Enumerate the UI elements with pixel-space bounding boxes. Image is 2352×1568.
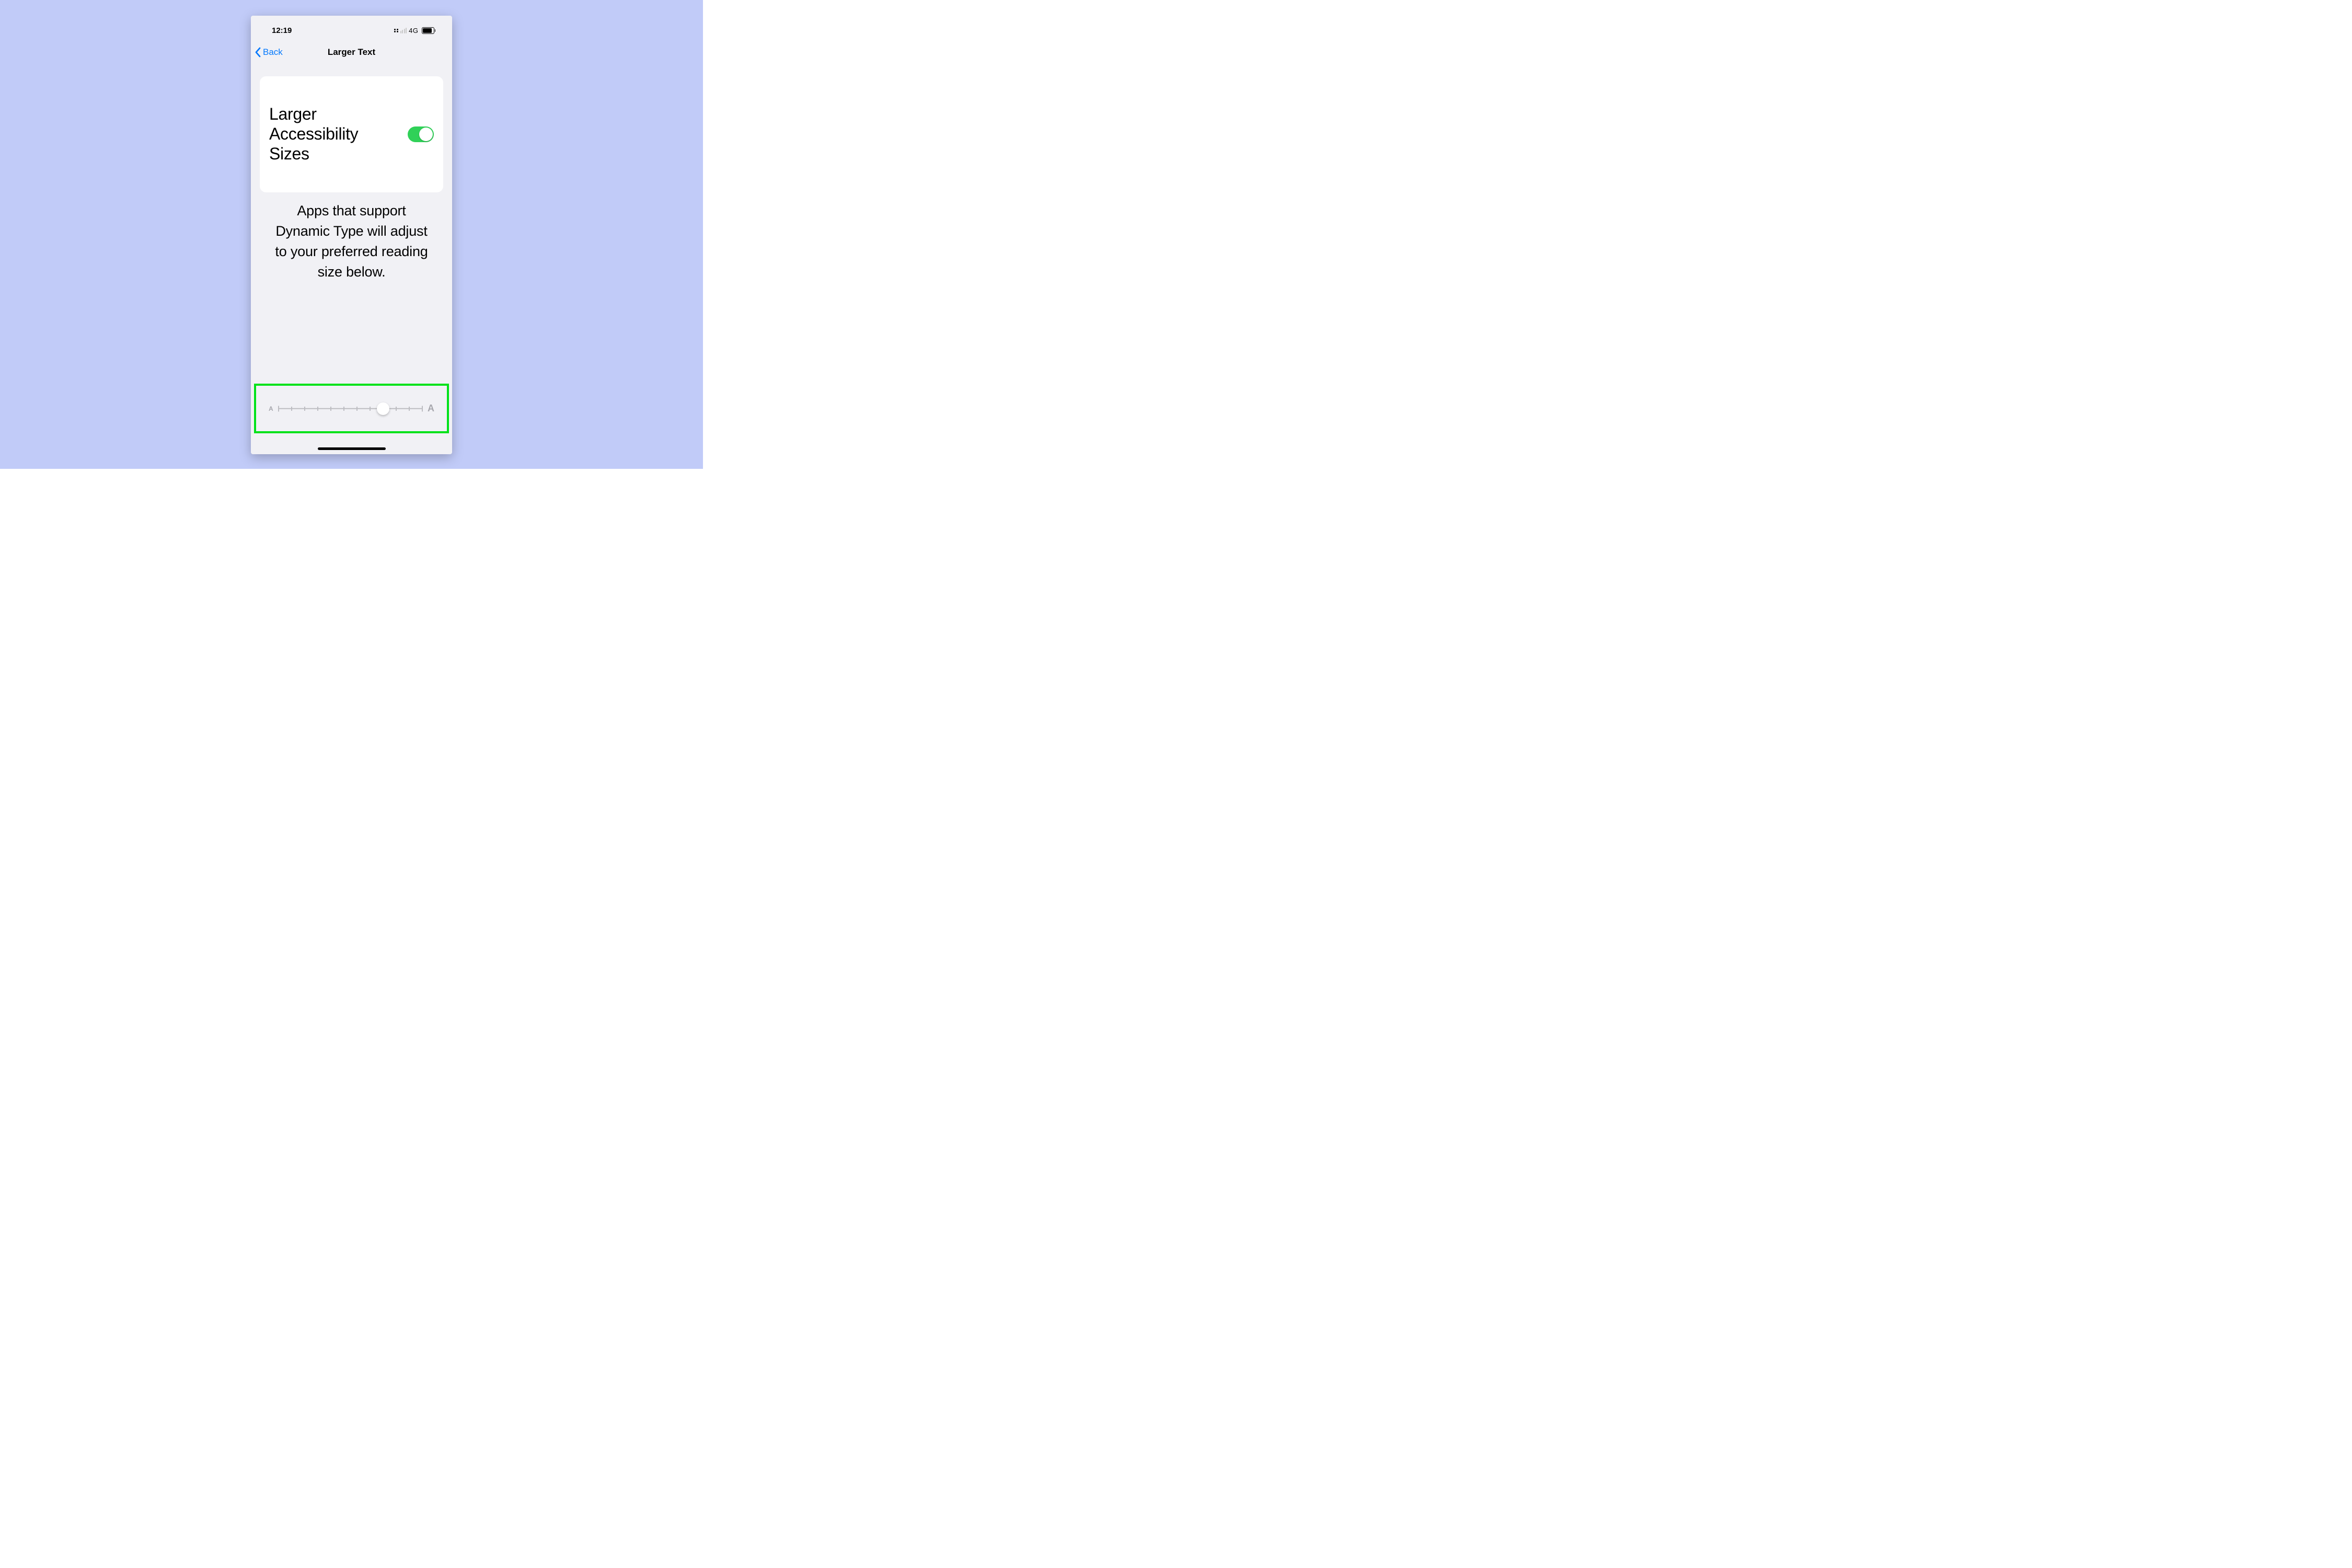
text-size-slider[interactable] (279, 402, 422, 416)
battery-icon (421, 27, 436, 34)
slider-tick (422, 406, 423, 411)
home-indicator[interactable] (318, 447, 386, 450)
accessibility-sizes-row: Larger Accessibility Sizes (260, 76, 443, 192)
slider-tick (317, 407, 318, 411)
slider-tick (370, 407, 371, 411)
slider-tick (291, 407, 292, 411)
slider-tick (343, 407, 344, 411)
signal-icon (394, 28, 407, 33)
status-right: 4G (394, 27, 435, 34)
accessibility-sizes-label: Larger Accessibility Sizes (269, 105, 389, 164)
text-size-slider-highlight: A A (254, 384, 449, 433)
slider-track-line (279, 408, 422, 409)
slider-tick (330, 407, 331, 411)
slider-tick (278, 406, 279, 411)
stage: 12:19 4G Back (0, 0, 703, 469)
slider-large-a: A (428, 403, 434, 414)
back-label: Back (263, 47, 283, 57)
status-bar: 12:19 4G (251, 24, 452, 37)
page-title: Larger Text (328, 47, 375, 57)
back-button[interactable]: Back (255, 44, 283, 61)
accessibility-sizes-toggle[interactable] (408, 126, 434, 142)
text-size-slider-container: A A (256, 386, 447, 431)
slider-tick (356, 407, 358, 411)
phone-frame: 12:19 4G Back (251, 16, 452, 454)
signal-bars-icon (400, 28, 407, 33)
nav-bar: Back Larger Text (251, 44, 452, 61)
dynamic-type-description: Apps that support Dynamic Type will adju… (270, 201, 433, 282)
slider-small-a: A (269, 405, 273, 412)
chevron-left-icon (255, 47, 261, 57)
network-label: 4G (409, 27, 418, 34)
slider-tick (304, 407, 305, 411)
toggle-knob (419, 128, 433, 141)
slider-thumb[interactable] (377, 402, 389, 415)
slider-tick (396, 407, 397, 411)
status-time: 12:19 (272, 26, 292, 35)
slider-tick (409, 407, 410, 411)
